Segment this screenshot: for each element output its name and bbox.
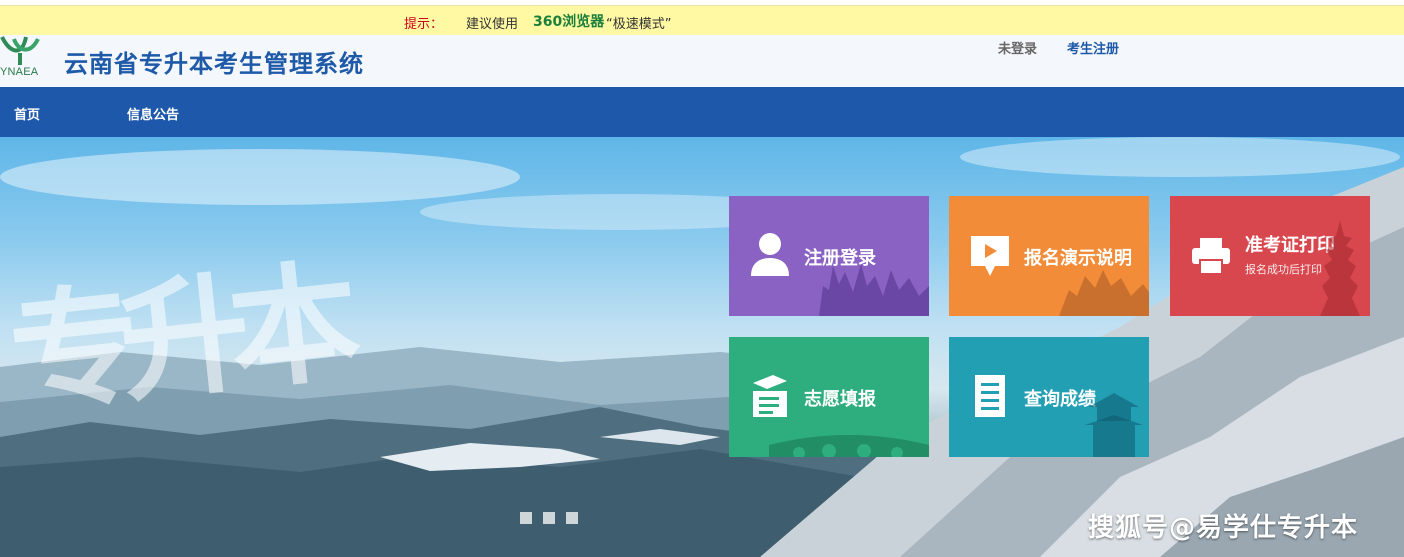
document-list-icon [975,375,1005,417]
bridge-decoration-icon [769,435,929,457]
tip-mode: “极速模式” [606,17,672,32]
carousel-dot[interactable] [566,512,578,524]
form-icon [753,375,787,417]
stone-forest-decoration-icon [819,264,929,316]
tile-registration-demo[interactable]: 报名演示说明 [949,196,1149,316]
tile-label: 志愿填报 [804,389,876,410]
rock-decoration-icon [1059,270,1149,316]
printer-icon [1192,238,1230,275]
pagoda-decoration-icon [1320,220,1360,316]
banner-watermark-text: 专升本 [2,245,348,433]
video-play-icon [971,236,1009,276]
tip-label: 提示： [404,17,444,32]
tile-register-login[interactable]: 注册登录 [729,196,929,316]
logo-text: YNAEA [0,66,39,78]
carousel-dot[interactable] [543,512,555,524]
nav-item-home[interactable]: 首页 [14,104,40,123]
site-logo[interactable]: YNAEA [0,35,46,87]
browser-tip-bar: 提示： 建议使用 360浏览器 “极速模式” [0,5,1404,35]
tile-admission-ticket-print[interactable]: 准考证打印 报名成功后打印 [1170,196,1370,316]
site-header: YNAEA 云南省专升本考生管理系统 未登录 考生注册 [0,35,1404,87]
carousel-dot[interactable] [520,512,532,524]
tile-volunteer-application[interactable]: 志愿填报 [729,337,929,457]
nav-item-announcements[interactable]: 信息公告 [127,104,179,123]
pavilion-decoration-icon [1085,393,1143,457]
carousel-indicators [520,509,589,528]
login-status[interactable]: 未登录 [998,38,1037,57]
hero-banner: 专升本 注册登录 报名演示说明 准考证打印 报名成功后打印 志愿填报 查询成绩 … [0,137,1404,557]
tip-browser-name: 360浏览器 [533,14,605,30]
register-link[interactable]: 考生注册 [1067,38,1119,57]
site-title: 云南省专升本考生管理系统 [64,50,364,78]
source-watermark: 搜狐号@易学仕专升本 [1088,513,1359,543]
tip-text: 建议使用 [466,17,519,32]
main-nav: 首页 信息公告 [0,87,1404,137]
user-icon [751,233,789,276]
tile-score-inquiry[interactable]: 查询成绩 [949,337,1149,457]
logo-emblem-icon [0,36,40,65]
